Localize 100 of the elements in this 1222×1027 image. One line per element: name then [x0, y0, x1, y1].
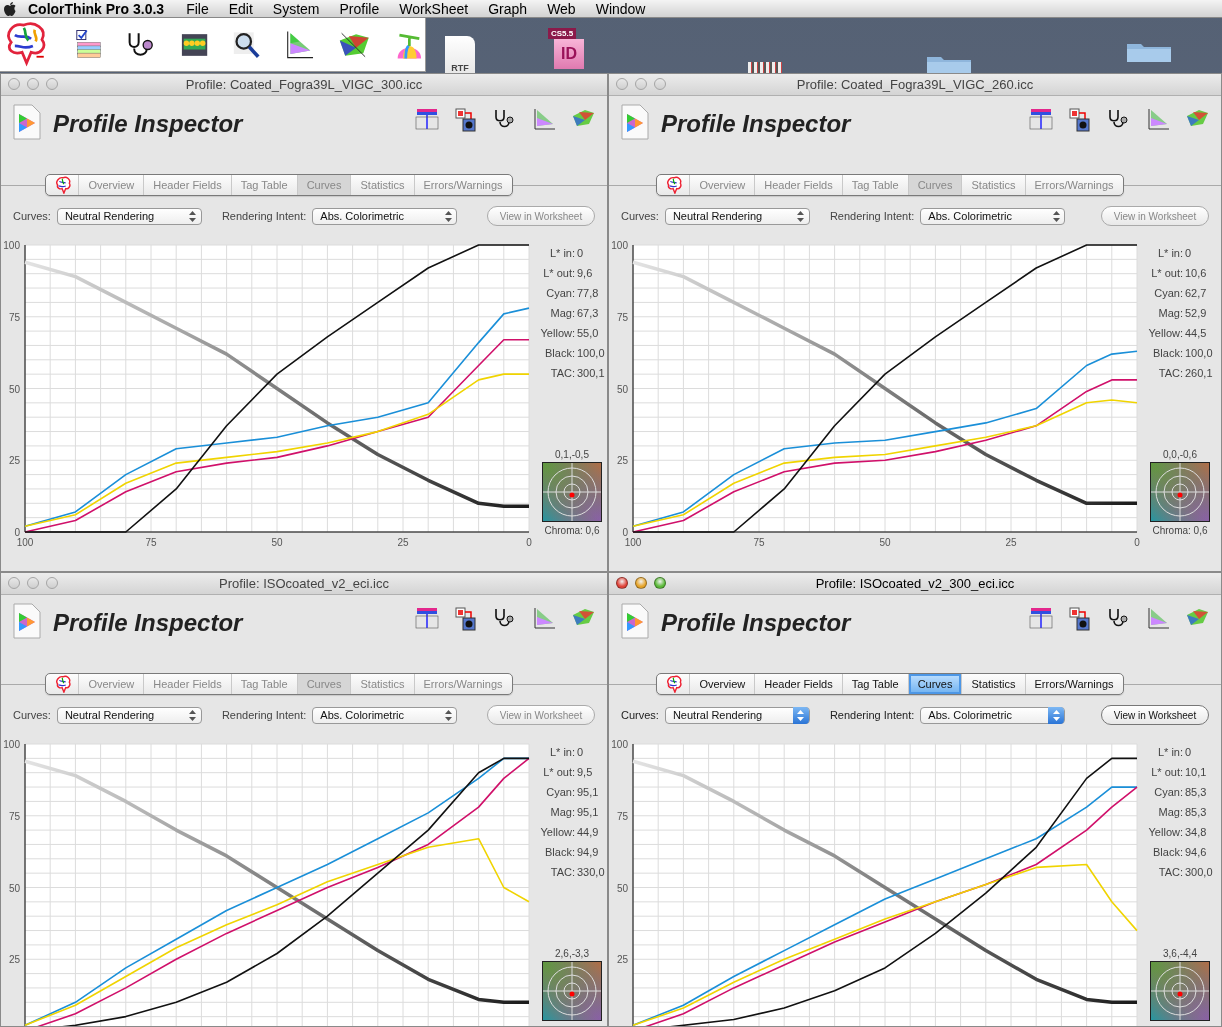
axis-tick-label: 0: [526, 537, 532, 548]
curves-select[interactable]: Neutral Rendering: [664, 207, 810, 225]
rendering-intent-select[interactable]: Abs. Colorimetric: [312, 207, 458, 225]
readout-value: 52,9: [1185, 307, 1208, 321]
chroma-readout: Chroma: 0,6: [543, 525, 601, 536]
indesign-file-icon[interactable]: ID: [554, 39, 584, 69]
gamut-3d-icon[interactable]: [571, 108, 595, 128]
readout-label: Yellow:: [539, 826, 575, 840]
readout-value: 94,6: [1185, 846, 1208, 860]
rendering-intent-select[interactable]: Abs. Colorimetric: [920, 706, 1066, 724]
readout-label: L* out:: [542, 267, 575, 281]
convert-document-icon[interactable]: [1069, 607, 1091, 631]
stethoscope-icon[interactable]: [493, 607, 517, 629]
readout-value: 9,6: [577, 267, 594, 281]
profile-document-icon: [621, 603, 649, 639]
convert-document-icon[interactable]: [455, 108, 477, 132]
tab[interactable]: Overview: [689, 674, 755, 694]
axis-tick-label: 100: [611, 739, 628, 750]
rtf-document-icon[interactable]: RTF: [445, 36, 475, 73]
rendering-intent-label: Rendering Intent:: [221, 709, 307, 721]
readout-value: 260,1: [1185, 367, 1214, 381]
stethoscope-icon[interactable]: [493, 108, 517, 130]
tab[interactable]: Tag Table: [841, 674, 908, 694]
stepper-arrows-icon: [797, 709, 805, 721]
thumbnail-icon[interactable]: [748, 62, 782, 74]
convert-document-icon[interactable]: [1069, 108, 1091, 132]
profile-compare-icon[interactable]: [415, 108, 439, 130]
stepper-arrows-icon: [189, 210, 197, 222]
menu-item[interactable]: Web: [537, 0, 586, 17]
chroma-readout: Chroma: 0,6: [1151, 525, 1209, 536]
profile-compare-icon[interactable]: [1029, 607, 1053, 629]
stepper-arrows-icon: [444, 709, 452, 721]
menu-item[interactable]: System: [262, 0, 330, 17]
chroma-target-drawing: [1150, 961, 1210, 1021]
readout-label: L* in:: [548, 746, 575, 760]
readout-value: 67,3: [577, 307, 600, 321]
convert-document-icon[interactable]: [455, 607, 477, 631]
curves-select[interactable]: Neutral Rendering: [56, 706, 202, 724]
menu-item[interactable]: File: [176, 0, 219, 17]
chroma-target-drawing: [1150, 462, 1210, 522]
inspector-heading: Profile Inspector: [661, 609, 853, 637]
gamut-3d-icon[interactable]: [1185, 607, 1209, 627]
axis-tick-label: 25: [8, 455, 20, 467]
app-menu[interactable]: ColorThink Pro 3.0.3: [16, 0, 177, 17]
axis-tick-label: 0: [622, 527, 628, 538]
version-badge: CS5.5: [548, 28, 577, 39]
readout-label: Cyan:: [1153, 786, 1183, 800]
axis-tick-label: 75: [8, 311, 20, 323]
profile-compare-icon[interactable]: [1029, 108, 1053, 130]
view-in-worksheet-button[interactable]: View in Worksheet: [1101, 705, 1209, 725]
menu-item[interactable]: Edit: [218, 0, 263, 17]
axis-tick-label: 50: [271, 537, 283, 548]
readout-value: 300,1: [577, 367, 606, 381]
axis-tick-label: 75: [753, 537, 765, 548]
curves-select[interactable]: Neutral Rendering: [664, 706, 810, 724]
stepper-arrows-icon: [1052, 709, 1060, 721]
tab[interactable]: Header Fields: [754, 674, 842, 694]
menu-item[interactable]: WorkSheet: [389, 0, 479, 17]
readout-value: 55,0: [577, 327, 600, 341]
zoom-button[interactable]: [654, 577, 666, 589]
readout-value: 62,7: [1185, 287, 1208, 301]
readout-value: 9,5: [577, 766, 594, 780]
readout-value: 10,6: [1185, 267, 1208, 281]
axis-tick-label: 50: [616, 383, 628, 395]
curves-select[interactable]: Neutral Rendering: [56, 207, 202, 225]
tab[interactable]: Curves: [907, 674, 962, 694]
tab[interactable]: Errors/Warnings: [1024, 674, 1123, 694]
brain-icon: [54, 176, 73, 194]
readout-label: Black:: [544, 846, 575, 860]
readout-value: 34,8: [1185, 826, 1208, 840]
menu-item[interactable]: Graph: [478, 0, 538, 17]
readout-label: TAC:: [549, 367, 575, 381]
axis-tick-label: 100: [16, 537, 34, 548]
readout-value: 330,0: [577, 866, 606, 880]
menu-item[interactable]: Profile: [329, 0, 390, 17]
gamut-3d-icon[interactable]: [571, 607, 595, 627]
gamut-3d-icon[interactable]: [1185, 108, 1209, 128]
readout-value: 77,8: [577, 287, 600, 301]
axis-tick-label: 75: [616, 311, 628, 323]
readout-label: Yellow:: [1147, 826, 1183, 840]
readout-label: Mag:: [1157, 307, 1183, 321]
stethoscope-icon[interactable]: [1107, 108, 1131, 130]
menu-item[interactable]: Window: [585, 0, 656, 17]
profile-compare-icon[interactable]: [415, 607, 439, 629]
stethoscope-icon[interactable]: [1107, 607, 1131, 629]
apple-icon[interactable]: [4, 1, 16, 16]
minimize-button[interactable]: [635, 577, 647, 589]
readout-value: 95,1: [577, 806, 600, 820]
readout-value: 0: [577, 247, 585, 261]
readout-value: 0: [577, 746, 585, 760]
tab[interactable]: Statistics: [961, 674, 1025, 694]
readout-label: L* in:: [1156, 247, 1183, 261]
rendering-intent-select[interactable]: Abs. Colorimetric: [312, 706, 458, 724]
readout-label: Mag:: [549, 806, 575, 820]
stepper-arrows-icon: [797, 210, 805, 222]
gamut-triangle-icon[interactable]: [284, 28, 314, 61]
readout-label: L* out:: [1150, 766, 1183, 780]
close-button[interactable]: [616, 577, 628, 589]
axis-tick-label: 50: [8, 383, 20, 395]
rendering-intent-select[interactable]: Abs. Colorimetric: [920, 207, 1066, 225]
